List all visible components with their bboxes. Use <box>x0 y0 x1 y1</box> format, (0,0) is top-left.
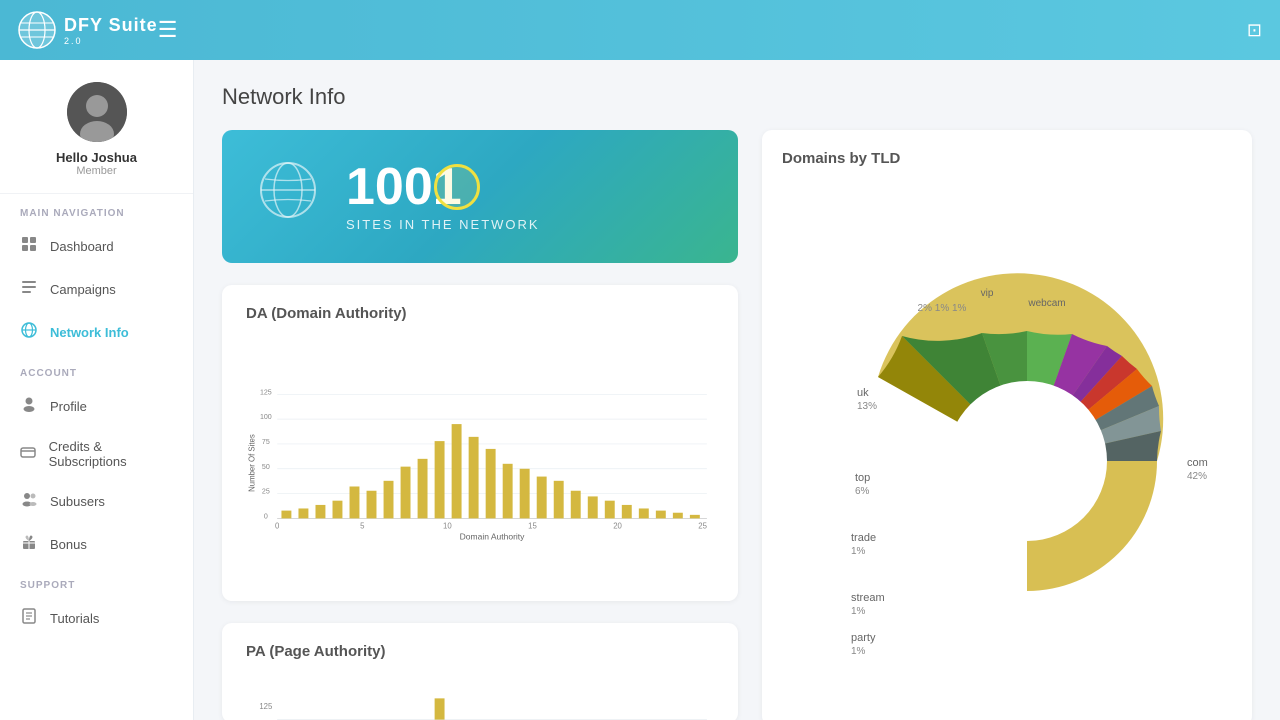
sidebar-item-bonus-label: Bonus <box>50 537 87 552</box>
stats-info: 1001 SITES IN THE NETWORK <box>346 161 540 232</box>
sidebar: Hello Joshua Member Main Navigation Dash… <box>0 60 194 720</box>
logo-text: DFY Suite 2.0 <box>64 15 158 46</box>
credits-icon <box>20 444 37 465</box>
sidebar-item-network-info[interactable]: Network Info <box>0 311 193 354</box>
svg-text:42%: 42% <box>1187 471 1207 482</box>
pa-chart-card: PA (Page Authority) 125 <box>222 623 738 720</box>
stats-label: SITES IN THE NETWORK <box>346 217 540 232</box>
sidebar-item-campaigns[interactable]: Campaigns <box>0 268 193 311</box>
profile-icon <box>20 396 38 417</box>
pa-chart-title: PA (Page Authority) <box>246 643 714 660</box>
tld-chart-panel: Domains by TLD <box>762 130 1252 720</box>
sidebar-item-subusers[interactable]: Subusers <box>0 480 193 523</box>
svg-text:13%: 13% <box>857 401 877 412</box>
svg-text:25: 25 <box>698 521 707 530</box>
sidebar-item-profile-label: Profile <box>50 399 87 414</box>
svg-text:stream: stream <box>851 592 885 604</box>
svg-text:trade: trade <box>851 532 876 544</box>
tld-donut-chart: com 42% uk 13% top 6% trade 1% stream 1% <box>782 181 1232 701</box>
topnav: DFY Suite 2.0 ☰ ⊡ <box>0 0 1280 60</box>
sidebar-item-credits[interactable]: Credits & Subscriptions <box>0 428 193 480</box>
sidebar-profile: Hello Joshua Member <box>0 60 193 194</box>
da-chart-title: DA (Domain Authority) <box>246 305 714 322</box>
sidebar-item-campaigns-label: Campaigns <box>50 282 116 297</box>
dashboard-icon <box>20 236 38 257</box>
logo-area: DFY Suite 2.0 <box>18 11 158 49</box>
svg-text:webcam: webcam <box>1027 298 1065 309</box>
campaigns-icon <box>20 279 38 300</box>
hamburger-menu[interactable]: ☰ <box>158 17 178 43</box>
network-icon <box>20 322 38 343</box>
svg-text:0: 0 <box>264 512 268 520</box>
sidebar-item-bonus[interactable]: Bonus <box>0 523 193 566</box>
svg-text:1%: 1% <box>851 546 866 557</box>
svg-text:Number Of Sites: Number Of Sites <box>248 434 257 492</box>
bonus-icon <box>20 534 38 555</box>
content-left: 1001 SITES IN THE NETWORK DA (Domain Aut… <box>222 130 738 720</box>
svg-text:125: 125 <box>259 702 273 711</box>
svg-text:75: 75 <box>262 438 270 446</box>
svg-text:Domain Authority: Domain Authority <box>460 532 525 542</box>
main-content: Network Info <box>194 60 1280 720</box>
globe-icon <box>258 160 318 233</box>
account-label: Account <box>0 354 193 385</box>
page-title: Network Info <box>222 84 1252 110</box>
tld-chart-title: Domains by TLD <box>782 150 1232 167</box>
support-label: Support <box>0 566 193 597</box>
content-row: 1001 SITES IN THE NETWORK DA (Domain Aut… <box>222 130 1252 720</box>
logo-icon <box>18 11 56 49</box>
tutorials-icon <box>20 608 38 629</box>
svg-text:20: 20 <box>613 521 622 530</box>
topnav-action[interactable]: ⊡ <box>1247 20 1262 41</box>
svg-text:1%: 1% <box>851 606 866 617</box>
sidebar-item-tutorials-label: Tutorials <box>50 611 99 626</box>
subusers-icon <box>20 491 38 512</box>
sidebar-item-network-label: Network Info <box>50 325 129 340</box>
da-bar-chart: 0 25 50 75 100 125 Number Of Sites <box>246 336 714 576</box>
da-chart-card: DA (Domain Authority) 0 25 50 75 100 125… <box>222 285 738 601</box>
svg-text:1%: 1% <box>851 646 866 657</box>
sidebar-item-profile[interactable]: Profile <box>0 385 193 428</box>
sidebar-item-credits-label: Credits & Subscriptions <box>49 439 173 469</box>
svg-text:10: 10 <box>443 521 452 530</box>
svg-text:25: 25 <box>262 488 270 496</box>
sidebar-item-subusers-label: Subusers <box>50 494 105 509</box>
svg-text:com: com <box>1187 457 1208 469</box>
svg-text:50: 50 <box>262 463 270 471</box>
svg-text:2% 1% 1%: 2% 1% 1% <box>918 303 967 314</box>
role-label: Member <box>76 165 116 177</box>
highlight-circle <box>434 164 480 210</box>
svg-text:15: 15 <box>528 521 537 530</box>
svg-text:top: top <box>855 472 870 484</box>
avatar <box>67 82 127 142</box>
svg-text:6%: 6% <box>855 486 870 497</box>
svg-text:5: 5 <box>360 521 365 530</box>
sidebar-item-dashboard[interactable]: Dashboard <box>0 225 193 268</box>
sidebar-item-tutorials[interactable]: Tutorials <box>0 597 193 640</box>
sidebar-item-dashboard-label: Dashboard <box>50 239 114 254</box>
hello-label: Hello Joshua <box>56 150 137 165</box>
svg-text:uk: uk <box>857 387 869 399</box>
svg-text:vip: vip <box>981 288 994 299</box>
stats-number-wrap: 1001 <box>346 161 462 213</box>
pa-bar-chart: 125 <box>246 674 714 720</box>
svg-text:100: 100 <box>260 413 272 421</box>
svg-text:party: party <box>851 632 876 644</box>
main-nav-label: Main Navigation <box>0 194 193 225</box>
svg-text:0: 0 <box>275 521 280 530</box>
layout: Hello Joshua Member Main Navigation Dash… <box>0 60 1280 720</box>
svg-text:125: 125 <box>260 388 272 396</box>
stats-card: 1001 SITES IN THE NETWORK <box>222 130 738 263</box>
